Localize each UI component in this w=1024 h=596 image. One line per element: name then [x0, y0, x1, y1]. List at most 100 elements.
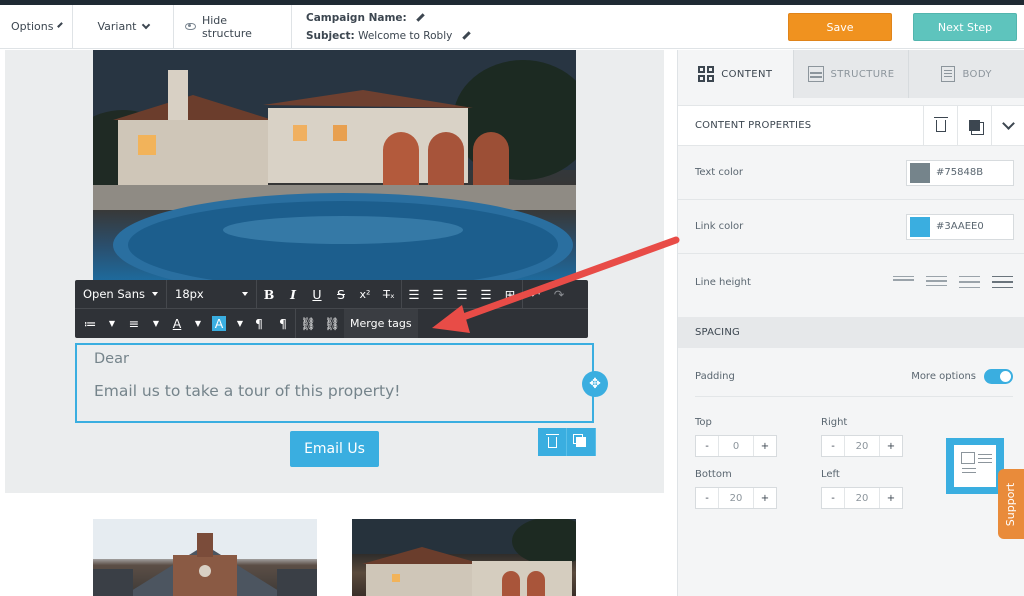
padding-row: Padding More options [695, 357, 1013, 397]
line-height-row: Line height [678, 254, 1024, 310]
villa-thumbnail-image[interactable] [352, 519, 576, 596]
chevron-down-icon[interactable]: ▼ [233, 309, 247, 338]
link-color-input[interactable]: #3AAEE0 [906, 213, 1014, 240]
line-height-options [893, 275, 1013, 289]
campaign-info: Campaign Name: Subject: Welcome to Robly [292, 5, 485, 48]
greeting-text[interactable]: Dear [94, 351, 129, 367]
padding-bottom-stepper: - 20 + [695, 487, 777, 509]
panel-tabs: CONTENT STRUCTURE BODY [678, 50, 1024, 98]
text-color-swatch[interactable] [910, 162, 930, 183]
padding-bottom-group: Bottom - 20 + [695, 469, 805, 509]
decrement-button[interactable]: - [822, 436, 844, 456]
line-height-relaxed-icon[interactable] [959, 275, 980, 289]
line-height-compact-icon[interactable] [893, 275, 914, 289]
rtl-direction-icon[interactable]: ¶ [271, 309, 295, 338]
padding-left-value[interactable]: 20 [844, 488, 880, 508]
options-menu[interactable]: Options [0, 5, 73, 48]
text-color-input[interactable]: #75848B [906, 159, 1014, 186]
align-right-icon[interactable]: ☰ [450, 280, 474, 308]
campaign-name-row[interactable]: Campaign Name: [306, 12, 471, 24]
options-label: Options [11, 20, 54, 33]
highlight-color-icon[interactable]: A [205, 309, 233, 338]
decrement-button[interactable]: - [696, 488, 718, 508]
bold-icon[interactable]: B [257, 280, 281, 308]
variant-label: Variant [97, 20, 137, 33]
padding-bottom-value[interactable]: 20 [718, 488, 754, 508]
email-us-button[interactable]: Email Us [290, 431, 379, 467]
clear-format-icon[interactable]: T̶ₓ [377, 280, 401, 308]
unlink-icon[interactable]: ⛓ [320, 309, 344, 338]
delete-button[interactable] [923, 106, 957, 145]
padding-right-label: Right [821, 417, 848, 428]
link-icon[interactable]: ⛓ [296, 309, 320, 338]
formatting-row-1: Open Sans 18px B I U S x² T̶ₓ ☰ ☰ ☰ ☰ ⊞ … [75, 280, 588, 309]
pencil-icon[interactable] [461, 31, 471, 40]
subject-row[interactable]: Subject: Welcome to Robly [306, 30, 471, 42]
next-step-button[interactable]: Next Step [913, 13, 1017, 41]
padding-top-value[interactable]: 0 [718, 436, 754, 456]
chevron-down-icon[interactable]: ▼ [149, 309, 163, 338]
properties-panel: CONTENT STRUCTURE BODY CONTENT PROPERTIE… [677, 50, 1024, 596]
collapse-button[interactable] [991, 106, 1024, 145]
increment-button[interactable]: + [754, 436, 776, 456]
tab-content-label: CONTENT [721, 68, 773, 80]
padding-right-group: Right - 20 + [821, 417, 931, 457]
brick-house-photo [93, 519, 317, 596]
duplicate-block-button[interactable] [567, 428, 596, 456]
tab-content[interactable]: CONTENT [678, 50, 793, 98]
increment-button[interactable]: + [880, 488, 902, 508]
house-thumbnail-image[interactable] [93, 519, 317, 596]
caret-down-icon [152, 292, 158, 296]
strikethrough-icon[interactable]: S [329, 280, 353, 308]
image-placeholder-icon [961, 452, 975, 464]
text-color-icon[interactable]: A [163, 309, 191, 338]
italic-icon[interactable]: I [281, 280, 305, 308]
font-size-select[interactable]: 18px [167, 280, 257, 308]
variant-menu[interactable]: Variant [73, 5, 174, 48]
hide-structure-button[interactable]: Hide structure [174, 5, 292, 48]
numbered-list-icon[interactable]: ≔ [75, 309, 105, 338]
link-color-swatch[interactable] [910, 216, 930, 237]
bullet-list-icon[interactable]: ≡ [119, 309, 149, 338]
merge-tags-button[interactable]: Merge tags [344, 309, 418, 338]
increment-button[interactable]: + [880, 436, 902, 456]
decrement-button[interactable]: - [822, 488, 844, 508]
chevron-down-icon[interactable]: ▼ [191, 309, 205, 338]
email-canvas: Open Sans 18px B I U S x² T̶ₓ ☰ ☰ ☰ ☰ ⊞ … [0, 50, 677, 596]
save-button[interactable]: Save [788, 13, 892, 41]
more-options-toggle[interactable] [984, 369, 1013, 384]
line-height-loose-icon[interactable] [992, 275, 1013, 289]
padding-top-group: Top - 0 + [695, 417, 805, 457]
text-content-block[interactable]: Dear Email us to take a tour of this pro… [75, 343, 594, 423]
padding-left-group: Left - 20 + [821, 469, 931, 509]
pencil-icon[interactable] [416, 13, 425, 22]
align-left-icon[interactable]: ☰ [402, 280, 426, 308]
chevron-down-icon[interactable]: ▼ [105, 309, 119, 338]
padding-right-value[interactable]: 20 [844, 436, 880, 456]
redo-icon[interactable]: ↷ [547, 280, 571, 308]
superscript-icon[interactable]: x² [353, 280, 377, 308]
undo-icon[interactable]: ↶ [523, 280, 547, 308]
trash-icon [933, 116, 948, 132]
move-icon[interactable]: ✥ [582, 371, 608, 397]
body-text[interactable]: Email us to take a tour of this property… [94, 382, 400, 400]
text-color-label: Text color [695, 167, 744, 178]
ltr-direction-icon[interactable]: ¶ [247, 309, 271, 338]
tab-structure[interactable]: STRUCTURE [792, 50, 909, 98]
tab-body[interactable]: BODY [908, 50, 1024, 98]
line-height-normal-icon[interactable] [926, 275, 947, 289]
underline-icon[interactable]: U [305, 280, 329, 308]
chevron-down-icon [141, 20, 150, 30]
chevron-down-icon [1002, 116, 1015, 130]
more-options-label: More options [911, 371, 976, 382]
delete-block-button[interactable] [538, 428, 567, 456]
villa-thumbnail-photo [352, 519, 576, 596]
align-center-icon[interactable]: ☰ [426, 280, 450, 308]
increment-button[interactable]: + [754, 488, 776, 508]
align-justify-icon[interactable]: ☰ [474, 280, 498, 308]
font-family-select[interactable]: Open Sans [75, 280, 167, 308]
support-tab[interactable]: Support [998, 469, 1024, 539]
decrement-button[interactable]: - [696, 436, 718, 456]
table-icon[interactable]: ⊞ [498, 280, 522, 308]
duplicate-button[interactable] [957, 106, 991, 145]
